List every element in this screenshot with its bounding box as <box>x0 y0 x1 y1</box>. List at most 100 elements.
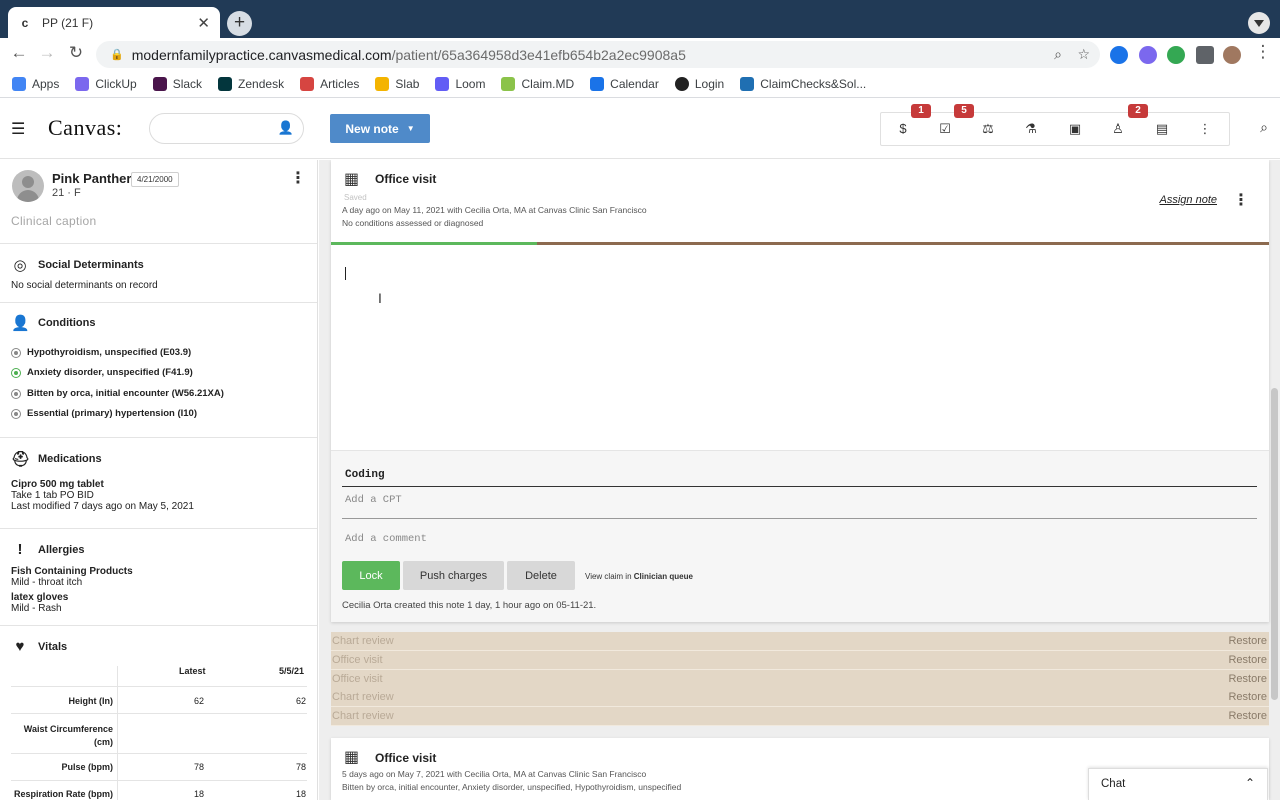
note-body-editor[interactable]: I <box>331 245 1269 450</box>
medication-icon: ⛑ <box>11 451 31 468</box>
history-row: Office visit Restore <box>331 670 1269 689</box>
table-row: Pulse (bpm) 78 78 <box>11 753 307 780</box>
browser-tab[interactable]: c PP (21 F) ✕ <box>8 7 220 38</box>
section-header[interactable]: ◎ Social Determinants <box>11 256 143 274</box>
condition-item[interactable]: Bitten by orca, initial encounter (W56.2… <box>11 388 224 399</box>
bookmark-loom[interactable]: Loom <box>435 77 485 91</box>
bookmark-slab[interactable]: Slab <box>375 77 419 91</box>
condition-item[interactable]: Hypothyroidism, unspecified (E03.9) <box>11 347 191 358</box>
allergy-name[interactable]: latex gloves <box>11 592 68 603</box>
restore-link[interactable]: Restore <box>1228 673 1267 685</box>
bookmark-slack[interactable]: Slack <box>152 77 203 91</box>
allergy-name[interactable]: Fish Containing Products <box>11 566 133 577</box>
vital-label: Height (In) <box>68 696 114 706</box>
section-title: Allergies <box>38 543 85 556</box>
lock-button[interactable]: Lock <box>342 561 400 590</box>
bookmark-login[interactable]: Login <box>674 77 724 91</box>
extension-icon[interactable] <box>1167 46 1185 64</box>
tasks-badge: 5 <box>954 104 974 118</box>
tasks-checkbox-icon[interactable]: ☑ <box>937 121 953 137</box>
browser-tab-bar: c PP (21 F) ✕ + <box>0 0 1280 38</box>
i-beam-cursor-icon: I <box>378 290 382 306</box>
section-header[interactable]: ! Allergies <box>11 541 85 558</box>
puzzle-extensions-icon[interactable] <box>1196 46 1214 64</box>
articles-icon <box>300 77 315 91</box>
bookmark-label: Slack <box>172 77 203 91</box>
bookmark-clickup[interactable]: ClickUp <box>75 77 137 91</box>
restore-link[interactable]: Restore <box>1228 654 1267 666</box>
note-creator-text: Cecilia Orta created this note 1 day, 1 … <box>342 600 597 611</box>
section-title: Medications <box>38 453 102 465</box>
address-bar[interactable]: 🔒 modernfamilypractice.canvasmedical.com… <box>96 41 1100 68</box>
patient-more-icon[interactable]: ⋮ <box>290 168 306 188</box>
zoom-icon[interactable]: ⌕ <box>1054 46 1062 63</box>
bookmark-calendar[interactable]: Calendar <box>590 77 659 91</box>
patient-summary: Pink Panther 4/21/2000 21 · F ⋮ Clinical… <box>0 160 317 235</box>
condition-item[interactable]: Anxiety disorder, unspecified (F41.9) <box>11 367 193 378</box>
clinical-caption[interactable]: Clinical caption <box>11 214 97 228</box>
zendesk-icon <box>218 77 233 91</box>
document-icon[interactable]: ▤ <box>1154 121 1170 137</box>
chrome-menu-icon[interactable]: ⋮ <box>1252 42 1274 62</box>
extension-icon[interactable] <box>1139 46 1157 64</box>
bookmark-star-icon[interactable]: ☆ <box>1077 46 1090 63</box>
close-tab-icon[interactable]: ✕ <box>197 14 210 32</box>
divider <box>342 486 1257 487</box>
header-icon-bar: $ 1 ☑ 5 ⚖ ⚗ ▣ ♙ 2 ▤ ⋮ <box>880 104 1230 146</box>
section-header[interactable]: ♥ Vitals <box>11 638 68 655</box>
billing-dollar-icon[interactable]: $ <box>895 121 911 136</box>
app-header: ☰ Canvas: 👤 New note ▼ $ 1 ☑ 5 ⚖ ⚗ ▣ ♙ 2… <box>0 99 1280 159</box>
comment-input[interactable]: Add a comment <box>345 533 427 545</box>
push-charges-button[interactable]: Push charges <box>403 561 504 590</box>
bookmark-claimmd[interactable]: Claim.MD <box>501 77 574 91</box>
scrollbar[interactable] <box>1271 388 1278 700</box>
lab-flask-icon[interactable]: ⚗ <box>1023 121 1039 137</box>
forward-arrow-icon[interactable]: → <box>36 43 58 63</box>
patient-search-input[interactable]: 👤 <box>149 113 304 144</box>
more-vertical-icon[interactable]: ⋮ <box>1197 121 1213 137</box>
history-label: Office visit <box>332 673 383 685</box>
delete-button[interactable]: Delete <box>507 561 575 590</box>
new-tab-button[interactable]: + <box>227 11 252 36</box>
chat-widget[interactable]: Chat ⌃ <box>1088 768 1268 800</box>
search-icon[interactable]: ⌕ <box>1260 119 1268 136</box>
table-row: Respiration Rate (bpm) 18 18 <box>11 780 307 800</box>
section-header[interactable]: ⛑ Medications <box>11 450 102 468</box>
assign-note-link[interactable]: Assign note <box>1160 194 1217 206</box>
condition-label: Bitten by orca, initial encounter (W56.2… <box>27 388 224 399</box>
social-empty-text: No social determinants on record <box>11 280 158 291</box>
referral-person-icon[interactable]: ♙ <box>1110 121 1126 137</box>
tab-title: PP (21 F) <box>42 15 94 30</box>
apps-grid-icon <box>12 77 26 91</box>
medication-name[interactable]: Cipro 500 mg tablet <box>11 479 104 490</box>
cpt-input[interactable]: Add a CPT <box>345 494 402 506</box>
note-more-icon[interactable]: ⋮ <box>1233 190 1249 210</box>
back-arrow-icon[interactable]: ← <box>8 43 30 63</box>
bookmark-claimchecks[interactable]: ClaimChecks&Sol... <box>740 77 866 91</box>
section-header[interactable]: 👤 Conditions <box>11 314 95 332</box>
profile-avatar[interactable] <box>1223 46 1241 64</box>
canvas-logo[interactable]: Canvas: <box>48 115 122 141</box>
view-claim-text: View claim in Clinician queue <box>585 572 693 581</box>
hamburger-menu-icon[interactable]: ☰ <box>11 119 25 139</box>
bookmark-label: Slab <box>395 77 420 91</box>
condition-item[interactable]: Essential (primary) hypertension (I10) <box>11 408 197 419</box>
reload-icon[interactable]: ↻ <box>65 43 87 63</box>
note-title[interactable]: Office visit <box>375 172 436 186</box>
restore-link[interactable]: Restore <box>1228 710 1267 722</box>
clinician-queue-link[interactable]: Clinician queue <box>634 572 693 581</box>
bookmark-zendesk[interactable]: Zendesk <box>218 77 284 91</box>
bookmark-articles[interactable]: Articles <box>300 77 359 91</box>
note-title[interactable]: Office visit <box>375 751 436 765</box>
restore-link[interactable]: Restore <box>1228 691 1267 703</box>
scale-icon[interactable]: ⚖ <box>980 121 996 137</box>
patient-name[interactable]: Pink Panther <box>52 171 131 186</box>
bookmark-apps[interactable]: Apps <box>12 77 59 91</box>
imaging-icon[interactable]: ▣ <box>1067 121 1083 137</box>
tab-search-button[interactable] <box>1248 12 1270 34</box>
restore-link[interactable]: Restore <box>1228 635 1267 647</box>
condition-label: Essential (primary) hypertension (I10) <box>27 408 197 419</box>
history-row: Chart review Restore <box>331 688 1269 707</box>
extension-icon[interactable] <box>1110 46 1128 64</box>
new-note-button[interactable]: New note ▼ <box>330 114 430 143</box>
